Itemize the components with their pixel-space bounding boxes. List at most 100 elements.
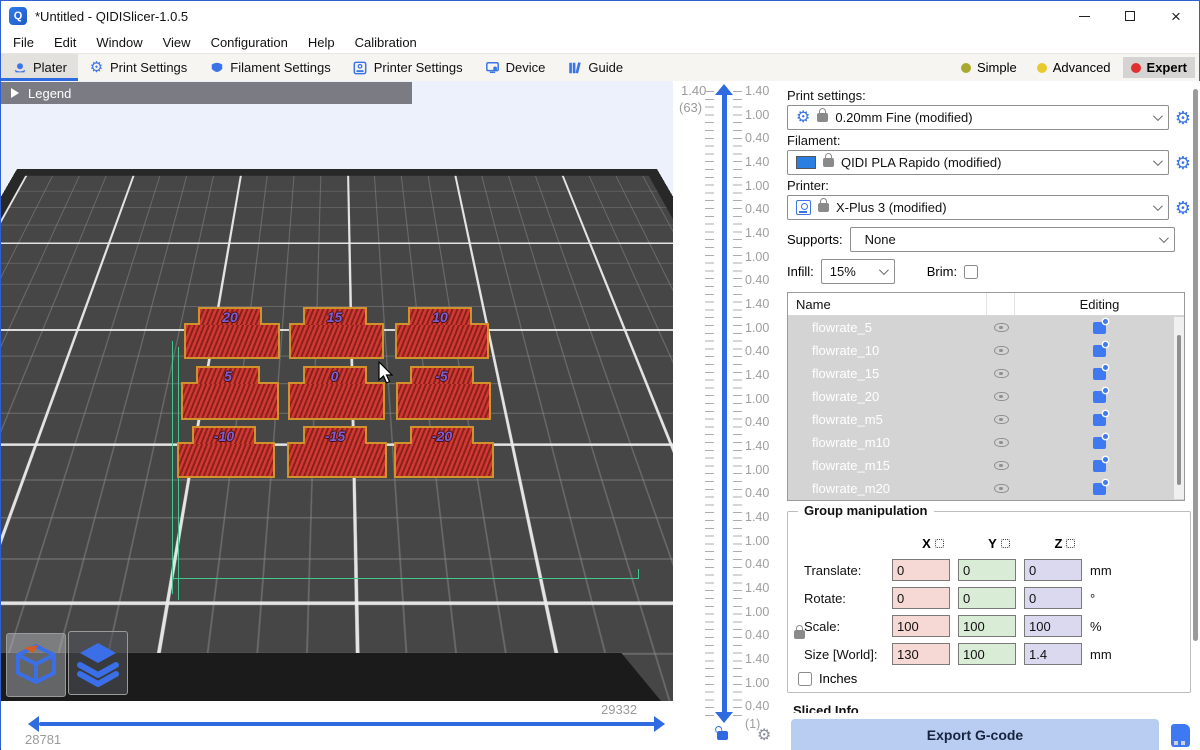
- edit-settings-icon[interactable]: [1093, 414, 1106, 426]
- group-manipulation-title: Group manipulation: [798, 503, 934, 518]
- brim-checkbox[interactable]: [964, 265, 978, 279]
- visibility-eye-icon[interactable]: [994, 413, 1009, 426]
- menu-file[interactable]: File: [3, 33, 44, 52]
- object-row[interactable]: flowrate_15: [788, 362, 1184, 385]
- flowrate-patch[interactable]: -15: [287, 442, 387, 478]
- filament-combo[interactable]: QIDI PLA Rapido (modified): [787, 150, 1169, 175]
- editing-column-header[interactable]: Editing: [1015, 297, 1184, 312]
- layer-slider-top-value: 1.40: [681, 83, 706, 98]
- edit-settings-icon[interactable]: [1093, 368, 1106, 380]
- menu-edit[interactable]: Edit: [44, 33, 86, 52]
- layer-tick-label: 1.40: [745, 653, 769, 666]
- editor-view-button[interactable]: [6, 633, 66, 697]
- visibility-eye-icon[interactable]: [994, 344, 1009, 357]
- translate-y-input[interactable]: 0: [958, 559, 1016, 581]
- tab-guide[interactable]: Guide: [556, 54, 634, 81]
- visibility-eye-icon[interactable]: [994, 436, 1009, 449]
- edit-settings-icon[interactable]: [1093, 391, 1106, 403]
- printer-edit-gear[interactable]: ⚙: [1175, 199, 1191, 217]
- tab-print-settings[interactable]: ⚙ Print Settings: [78, 54, 198, 81]
- flowrate-patch[interactable]: -5: [396, 382, 491, 420]
- edit-settings-icon[interactable]: [1093, 322, 1106, 334]
- hslider-right-handle[interactable]: [654, 716, 665, 732]
- print-settings-combo[interactable]: ⚙ 0.20mm Fine (modified): [787, 105, 1169, 130]
- object-row[interactable]: flowrate_m15: [788, 454, 1184, 477]
- visibility-eye-icon[interactable]: [994, 459, 1009, 472]
- tab-plater[interactable]: Plater: [1, 54, 78, 81]
- object-row[interactable]: flowrate_m10: [788, 431, 1184, 454]
- layer-slider-track[interactable]: [722, 95, 727, 715]
- translate-z-input[interactable]: 0: [1024, 559, 1082, 581]
- object-row[interactable]: flowrate_5: [788, 316, 1184, 339]
- edit-settings-icon[interactable]: [1093, 460, 1106, 472]
- edit-settings-icon[interactable]: [1093, 345, 1106, 357]
- object-row[interactable]: flowrate_10: [788, 339, 1184, 362]
- flowrate-patch[interactable]: 20: [184, 323, 280, 359]
- supports-combo[interactable]: None: [850, 227, 1175, 252]
- layer-slider-bottom-handle[interactable]: [715, 712, 733, 723]
- rotate-y-input[interactable]: 0: [958, 587, 1016, 609]
- sizeworld-z-input[interactable]: 1.4: [1024, 643, 1082, 665]
- flowrate-patch[interactable]: 5: [181, 382, 279, 420]
- tab-filament-settings[interactable]: Filament Settings: [198, 54, 341, 81]
- list-scrollbar-thumb[interactable]: [1177, 335, 1181, 485]
- unit-label: %: [1090, 619, 1102, 634]
- layer-slider-lock-icon[interactable]: [717, 731, 728, 740]
- object-name: flowrate_m10: [788, 435, 987, 450]
- hslider-track[interactable]: [39, 722, 655, 726]
- export-gcode-button[interactable]: Export G-code: [791, 719, 1159, 750]
- close-button[interactable]: ×: [1153, 1, 1199, 31]
- maximize-button[interactable]: [1107, 1, 1153, 31]
- menu-view[interactable]: View: [153, 33, 201, 52]
- layer-slider-top-handle[interactable]: [715, 84, 733, 95]
- scale-y-input[interactable]: 100: [958, 615, 1016, 637]
- preview-layers-button[interactable]: [68, 631, 128, 695]
- sizeworld-x-input[interactable]: 130: [892, 643, 950, 665]
- mode-expert[interactable]: Expert: [1123, 57, 1195, 78]
- tab-printer-settings[interactable]: Printer Settings: [342, 54, 474, 81]
- scale-x-input[interactable]: 100: [892, 615, 950, 637]
- viewport-3d[interactable]: Legend 2015 10 50 -5 -10 -15-20: [1, 81, 673, 701]
- name-column-header[interactable]: Name: [788, 293, 987, 315]
- flowrate-patch[interactable]: -10: [177, 442, 275, 478]
- horizontal-slider-strip: 29332 28781: [1, 701, 673, 750]
- translate-x-input[interactable]: 0: [892, 559, 950, 581]
- object-row[interactable]: flowrate_20: [788, 385, 1184, 408]
- visibility-eye-icon[interactable]: [994, 482, 1009, 495]
- panel-scrollbar-thumb[interactable]: [1193, 89, 1198, 641]
- mode-advanced[interactable]: Advanced: [1029, 57, 1119, 78]
- visibility-column-header[interactable]: [987, 293, 1015, 315]
- visibility-eye-icon[interactable]: [994, 367, 1009, 380]
- visibility-eye-icon[interactable]: [994, 321, 1009, 334]
- rotate-z-input[interactable]: 0: [1024, 587, 1082, 609]
- object-row[interactable]: flowrate_m20: [788, 477, 1184, 500]
- flowrate-patch[interactable]: -20: [394, 442, 494, 478]
- menu-configuration[interactable]: Configuration: [201, 33, 298, 52]
- rotate-x-input[interactable]: 0: [892, 587, 950, 609]
- scale-z-input[interactable]: 100: [1024, 615, 1082, 637]
- flowrate-patch[interactable]: 15: [289, 323, 384, 359]
- menu-help[interactable]: Help: [298, 33, 345, 52]
- flowrate-patch[interactable]: 10: [395, 323, 489, 359]
- layer-slider-gear-icon[interactable]: ⚙: [757, 725, 771, 745]
- infill-combo[interactable]: 15%: [821, 259, 895, 284]
- edit-settings-icon[interactable]: [1093, 483, 1106, 495]
- printer-combo[interactable]: X-Plus 3 (modified): [787, 195, 1169, 220]
- menu-calibration[interactable]: Calibration: [345, 33, 427, 52]
- tab-device[interactable]: Device: [474, 54, 557, 81]
- uniform-scale-lock-icon[interactable]: [794, 630, 805, 639]
- menu-window[interactable]: Window: [86, 33, 152, 52]
- hslider-left-handle[interactable]: [28, 716, 39, 732]
- sizeworld-y-input[interactable]: 100: [958, 643, 1016, 665]
- export-to-sd-button[interactable]: [1159, 719, 1200, 750]
- flowrate-patch[interactable]: 0: [288, 382, 385, 420]
- object-row[interactable]: flowrate_m5: [788, 408, 1184, 431]
- print-settings-edit-gear[interactable]: ⚙: [1175, 109, 1191, 127]
- mode-simple[interactable]: Simple: [953, 57, 1025, 78]
- legend-header[interactable]: Legend: [1, 82, 412, 104]
- filament-edit-gear[interactable]: ⚙: [1175, 154, 1191, 172]
- visibility-eye-icon[interactable]: [994, 390, 1009, 403]
- inches-checkbox[interactable]: [798, 672, 812, 686]
- edit-settings-icon[interactable]: [1093, 437, 1106, 449]
- minimize-button[interactable]: [1061, 1, 1107, 31]
